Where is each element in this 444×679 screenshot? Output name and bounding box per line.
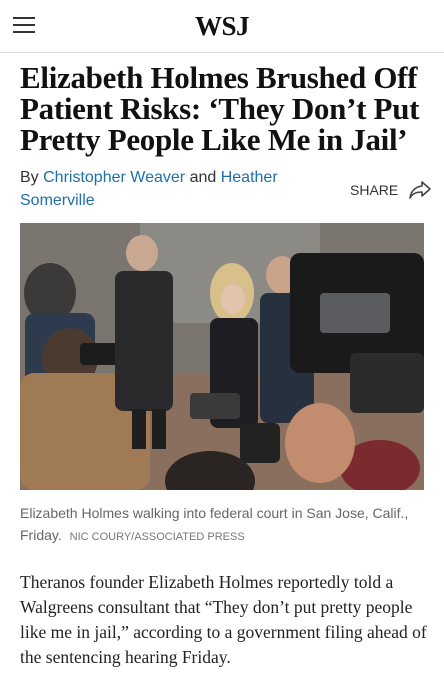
share-label: SHARE	[350, 182, 399, 198]
share-button[interactable]: SHARE	[350, 178, 432, 202]
article-headline: Elizabeth Holmes Brushed Off Patient Ris…	[20, 60, 420, 157]
share-arrow-icon	[409, 181, 432, 199]
byline: By Christopher Weaver and Heather Somerv…	[20, 166, 320, 212]
byline-prefix: By	[20, 169, 39, 186]
article-body-paragraph: Theranos founder Elizabeth Holmes report…	[20, 572, 427, 667]
photo-illustration	[20, 223, 424, 490]
top-navigation-bar: WSJ	[0, 0, 444, 53]
photo-credit: NIC COURY/ASSOCIATED PRESS	[69, 531, 245, 543]
byline-joiner: and	[189, 169, 217, 186]
author-link-christopher-weaver[interactable]: Christopher Weaver	[43, 169, 185, 186]
article-photo[interactable]	[20, 223, 424, 490]
wsj-logo[interactable]: WSJ	[0, 11, 444, 42]
photo-caption: Elizabeth Holmes walking into federal co…	[20, 502, 424, 548]
